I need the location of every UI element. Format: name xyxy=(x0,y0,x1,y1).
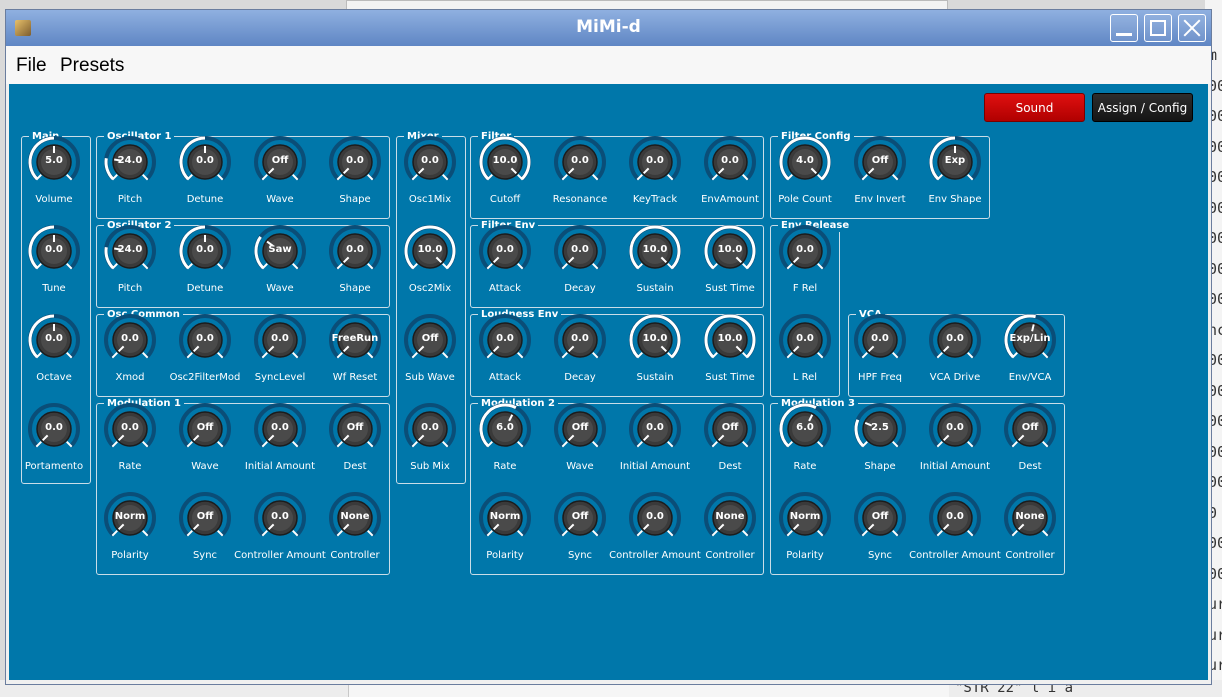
knob-mod3-controller[interactable]: None Controller xyxy=(1000,492,1060,562)
knob-value: Off xyxy=(871,155,889,166)
knob-value: None xyxy=(1015,511,1045,522)
knob-vca-env-vca[interactable]: Exp/Lin Env/VCA xyxy=(1000,314,1060,384)
close-button[interactable] xyxy=(1178,14,1206,42)
knob-value: 0.0 xyxy=(946,511,964,522)
knob-value: 0.0 xyxy=(571,155,589,166)
knob-value: Off xyxy=(571,511,589,522)
knob-value: 5.0 xyxy=(45,155,63,166)
knob-value: Exp/Lin xyxy=(1009,333,1051,344)
knob-value: Off xyxy=(421,333,439,344)
knob-value: 0.0 xyxy=(45,244,63,255)
menu-file[interactable]: File xyxy=(16,55,47,77)
knob-value: 0.0 xyxy=(946,422,964,433)
knob-value: Off xyxy=(571,422,589,433)
knob-value: Off xyxy=(721,422,739,433)
knob-value: 24.0 xyxy=(117,155,143,166)
knob-value: 24.0 xyxy=(117,244,143,255)
knob-value: Off xyxy=(871,511,889,522)
knob-value: 0.0 xyxy=(421,422,439,433)
assign-config-button[interactable]: Assign / Config xyxy=(1092,93,1193,122)
knob-value: Exp xyxy=(944,155,966,166)
knob-mod3-dest[interactable]: Off Dest xyxy=(1000,403,1060,473)
knob-value: 0.0 xyxy=(121,422,139,433)
minimize-button[interactable] xyxy=(1110,14,1138,42)
synth-panel: Sound Assign / Config Main 5.0 Volume 0.0 Tu… xyxy=(9,84,1208,680)
knob-value: Norm xyxy=(489,511,521,522)
knob-value: 0.0 xyxy=(646,422,664,433)
knob-value: 0.0 xyxy=(346,244,364,255)
knob-env-release-f-rel[interactable]: 0.0 F Rel xyxy=(775,225,835,295)
knob-mod1-controller[interactable]: None Controller xyxy=(325,492,385,562)
sound-button[interactable]: Sound xyxy=(984,93,1085,122)
knob-value: 0.0 xyxy=(271,422,289,433)
knob-value: 0.0 xyxy=(121,333,139,344)
knob-label: Dest xyxy=(1018,461,1042,472)
knob-value: Off xyxy=(271,155,289,166)
knob-value: 10.0 xyxy=(717,333,743,344)
knob-value: None xyxy=(715,511,745,522)
knob-value: 0.0 xyxy=(45,333,63,344)
knob-value: 0.0 xyxy=(646,155,664,166)
mimi-d-window: MiMi-d File Presets Sound Assign / Confi… xyxy=(5,9,1212,685)
knob-value: 10.0 xyxy=(492,155,518,166)
knob-value: 0.0 xyxy=(571,244,589,255)
knob-value: 2.5 xyxy=(871,422,889,433)
knob-value: 0.0 xyxy=(196,244,214,255)
knob-value: 0.0 xyxy=(796,244,814,255)
knob-value: 10.0 xyxy=(717,244,743,255)
knob-value: 0.0 xyxy=(721,155,739,166)
knob-label: F Rel xyxy=(792,283,818,294)
knob-value: Off xyxy=(196,422,214,433)
knob-label: Controller xyxy=(330,550,380,561)
knob-value: 0.0 xyxy=(271,333,289,344)
knob-value: 0.0 xyxy=(421,155,439,166)
knob-value: None xyxy=(340,511,370,522)
knob-value: 4.0 xyxy=(796,155,814,166)
knob-value: 0.0 xyxy=(871,333,889,344)
knob-value: 10.0 xyxy=(642,244,668,255)
knob-filter-config-env-shape[interactable]: Exp Env Shape xyxy=(925,136,985,206)
knob-label: Controller xyxy=(1005,550,1055,561)
knob-value: 0.0 xyxy=(496,333,514,344)
knob-value: FreeRun xyxy=(331,333,379,344)
maximize-button[interactable] xyxy=(1144,14,1172,42)
knob-value: 10.0 xyxy=(417,244,443,255)
knob-value: 6.0 xyxy=(496,422,514,433)
knob-value: 0.0 xyxy=(646,511,664,522)
knob-value: 0.0 xyxy=(271,511,289,522)
knob-value: 0.0 xyxy=(496,244,514,255)
knob-value: Saw xyxy=(268,244,292,255)
knob-value: Off xyxy=(346,422,364,433)
knob-value: 0.0 xyxy=(196,155,214,166)
knob-value: 0.0 xyxy=(571,333,589,344)
menu-bar: File Presets xyxy=(6,46,1211,84)
knob-value: Norm xyxy=(114,511,146,522)
knob-label: Env/VCA xyxy=(1008,372,1052,383)
knob-value: Norm xyxy=(789,511,821,522)
knob-value: 0.0 xyxy=(196,333,214,344)
knob-value: 0.0 xyxy=(946,333,964,344)
knob-value: 6.0 xyxy=(796,422,814,433)
knob-value: 0.0 xyxy=(346,155,364,166)
menu-presets[interactable]: Presets xyxy=(60,55,124,77)
knob-value: 0.0 xyxy=(796,333,814,344)
knob-value: Off xyxy=(1021,422,1039,433)
knob-label: Env Shape xyxy=(928,194,982,205)
knob-value: Off xyxy=(196,511,214,522)
knob-value: 10.0 xyxy=(642,333,668,344)
knob-value: 0.0 xyxy=(45,422,63,433)
window-title: MiMi-d xyxy=(576,17,641,37)
title-bar[interactable]: MiMi-d xyxy=(6,10,1211,46)
